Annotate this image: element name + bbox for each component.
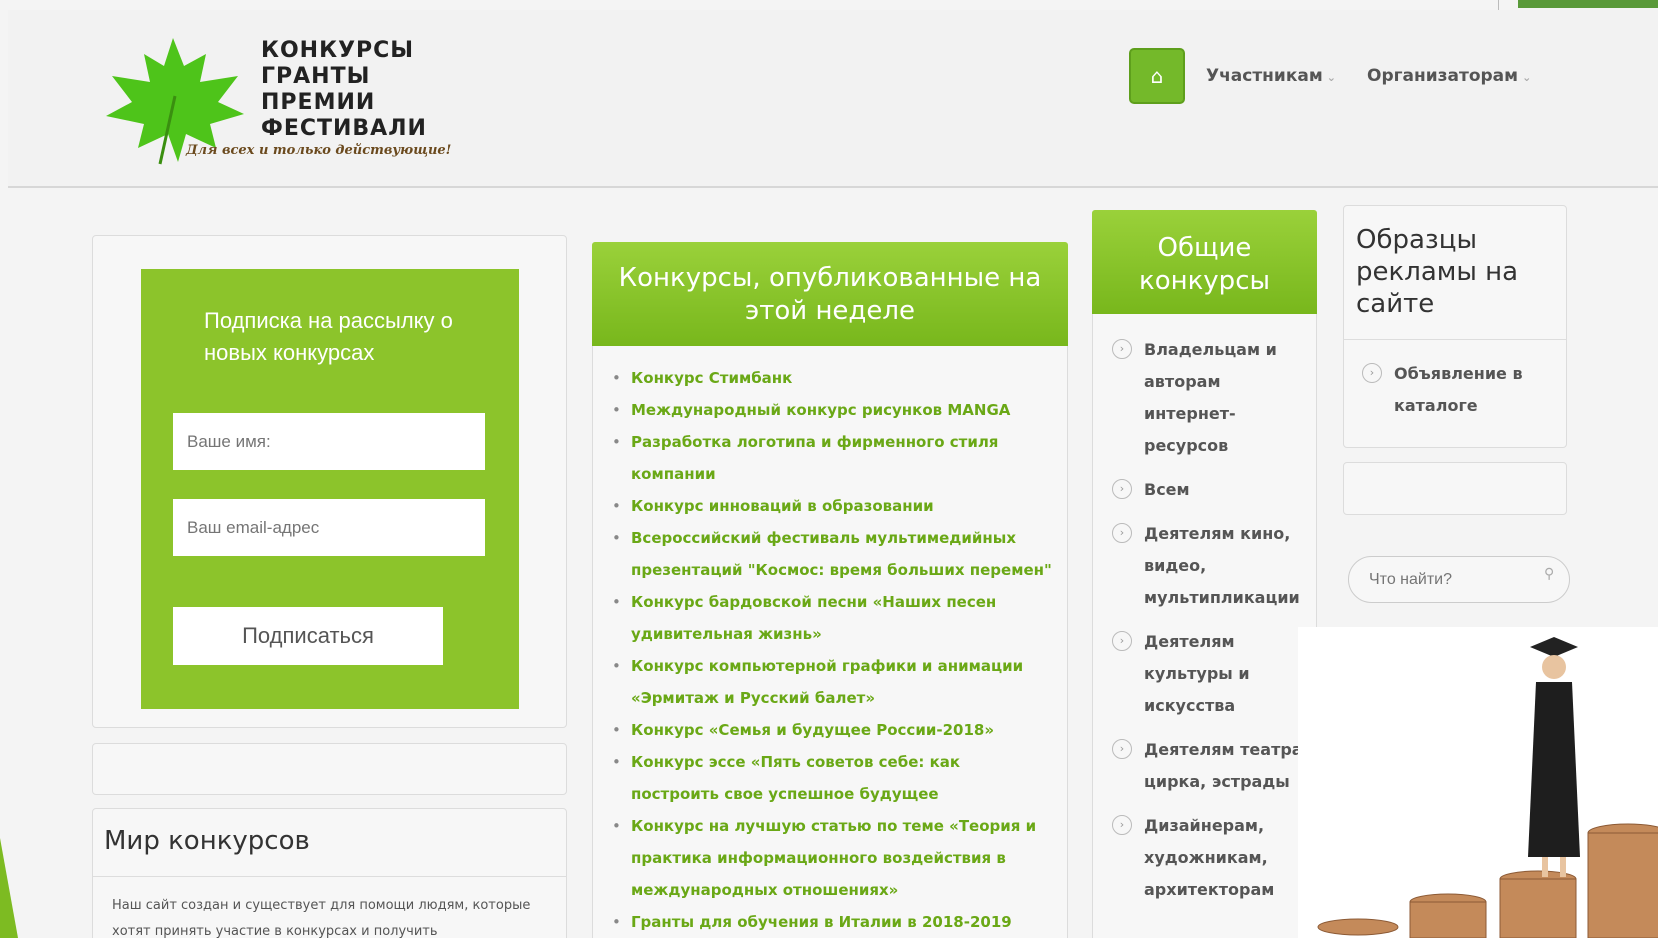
general-list: › Владельцам и авторам интернет-ресурсов …	[1112, 334, 1312, 918]
graduate-on-coins-illustration	[1298, 627, 1658, 938]
divider	[1343, 339, 1566, 340]
subscribe-form: Подписка на рассылку о новых конкурсах П…	[141, 269, 519, 709]
chevron-right-icon: ›	[1112, 815, 1132, 835]
ads-link-label: Объявление в каталоге	[1394, 364, 1523, 415]
subscribe-title: Подписка на рассылку о новых конкурсах	[204, 308, 453, 365]
logo-line-1: КОНКУРСЫ	[261, 38, 415, 63]
list-item[interactable]: › Всем	[1112, 474, 1312, 506]
list-item-label: Деятелям театра, цирка, эстрады	[1144, 740, 1309, 791]
email-input[interactable]	[173, 499, 485, 556]
list-item-label: Деятелям кино, видео, мультипликации	[1144, 524, 1300, 607]
list-item[interactable]: Конкурс Стимбанк	[612, 362, 1052, 394]
logo-line-4: ФЕСТИВАЛИ	[261, 116, 427, 141]
chevron-right-icon: ›	[1112, 479, 1132, 499]
list-item[interactable]: › Деятелям культуры и искусства	[1112, 626, 1312, 722]
general-heading: Общие конкурсы	[1092, 210, 1317, 314]
list-item[interactable]: Конкурс «Семья и будущее России-2018»	[612, 714, 1052, 746]
divider	[93, 876, 567, 877]
list-item[interactable]: › Деятелям театра, цирка, эстрады	[1112, 734, 1312, 798]
list-item-label: Владельцам и авторам интернет-ресурсов	[1144, 340, 1277, 455]
list-item[interactable]: Конкурс бардовской песни «Наших песен уд…	[612, 586, 1052, 650]
logo-line-2: ГРАНТЫ	[261, 64, 371, 89]
empty-widget	[92, 743, 567, 795]
list-item[interactable]: Международный конкурс рисунков MANGA	[612, 394, 1052, 426]
left-accent-wedge	[0, 838, 18, 938]
logo-text[interactable]: КОНКУРСЫ ГРАНТЫ ПРЕМИИ ФЕСТИВАЛИ	[261, 38, 427, 142]
top-right-divider	[1498, 0, 1518, 10]
empty-widget	[1343, 462, 1567, 515]
world-description: Наш сайт создан и существует для помощи …	[112, 898, 531, 938]
chevron-right-icon: ›	[1112, 523, 1132, 543]
chevron-right-icon: ›	[1112, 339, 1132, 359]
logo-line-3: ПРЕМИИ	[261, 90, 376, 115]
search-input[interactable]	[1348, 556, 1570, 603]
list-item[interactable]: Конкурс эссе «Пять советов себе: как пос…	[612, 746, 1052, 810]
graduate-photo	[1298, 627, 1658, 938]
site-header: КОНКУРСЫ ГРАНТЫ ПРЕМИИ ФЕСТИВАЛИ Для все…	[8, 10, 1658, 188]
logo-slogan: Для всех и только действующие!	[186, 143, 452, 158]
list-item[interactable]: Конкурс инноваций в образовании	[612, 490, 1052, 522]
list-item-label: Всем	[1144, 480, 1190, 499]
chevron-right-icon: ›	[1112, 631, 1132, 651]
list-item[interactable]: › Владельцам и авторам интернет-ресурсов	[1112, 334, 1312, 462]
nav-participants-label: Участникам	[1206, 66, 1323, 86]
chevron-right-icon: ›	[1362, 363, 1382, 383]
search-icon[interactable]: ⚲	[1544, 566, 1560, 582]
week-list: Конкурс Стимбанк Международный конкурс р…	[612, 362, 1052, 938]
list-item[interactable]: › Дизайнерам, художникам, архитекторам	[1112, 810, 1312, 906]
list-item[interactable]: Конкурс на лучшую статью по теме «Теория…	[612, 810, 1052, 906]
nav-organizers[interactable]: Организаторам ⌄	[1367, 66, 1531, 86]
ads-title: Образцы рекламы на сайте	[1356, 225, 1519, 319]
list-item-label: Деятелям культуры и искусства	[1144, 632, 1250, 715]
ads-link[interactable]: › Объявление в каталоге	[1362, 358, 1552, 422]
chevron-right-icon: ›	[1112, 739, 1132, 759]
name-input[interactable]	[173, 413, 485, 470]
home-button[interactable]: ⌂	[1129, 48, 1185, 104]
chevron-down-icon: ⌄	[1326, 71, 1336, 84]
subscribe-button[interactable]: Подписаться	[173, 607, 443, 665]
nav-organizers-label: Организаторам	[1367, 66, 1519, 86]
list-item[interactable]: › Деятелям кино, видео, мультипликации	[1112, 518, 1312, 614]
list-item-label: Дизайнерам, художникам, архитекторам	[1144, 816, 1275, 899]
list-item[interactable]: Разработка логотипа и фирменного стиля к…	[612, 426, 1052, 490]
top-right-accent-bar	[1518, 0, 1658, 8]
week-heading: Конкурсы, опубликованные на этой неделе	[592, 242, 1068, 346]
world-title: Мир конкурсов	[104, 826, 310, 856]
list-item[interactable]: Конкурс компьютерной графики и анимации …	[612, 650, 1052, 714]
nav-participants[interactable]: Участникам ⌄	[1206, 66, 1336, 86]
list-item[interactable]: Гранты для обучения в Италии в 2018-2019	[612, 906, 1052, 938]
chevron-down-icon: ⌄	[1522, 71, 1532, 84]
list-item[interactable]: Всероссийский фестиваль мультимедийных п…	[612, 522, 1052, 586]
home-icon: ⌂	[1150, 64, 1164, 88]
